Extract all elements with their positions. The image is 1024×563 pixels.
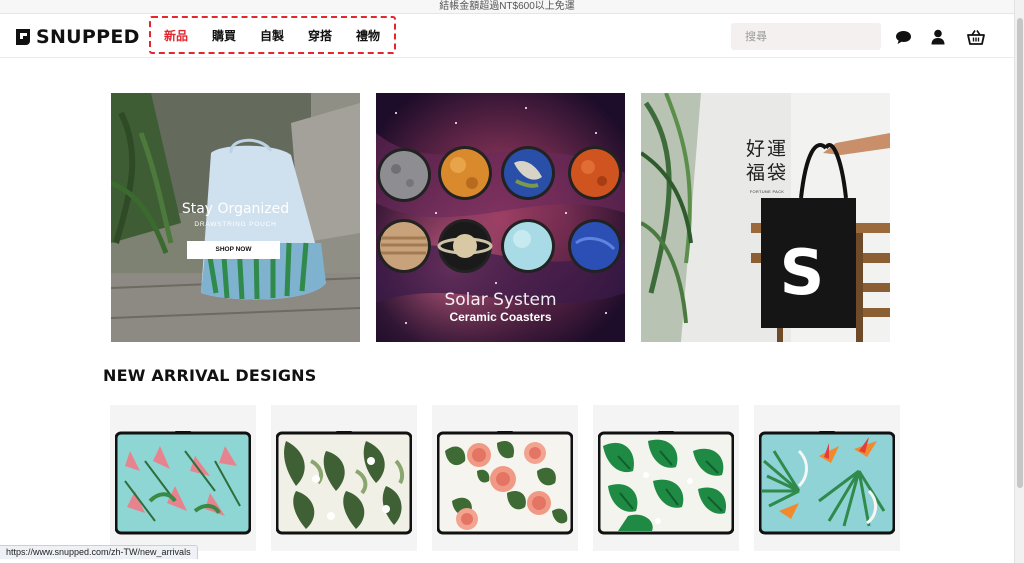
pouch-photo-image (111, 93, 360, 342)
logo-text: SNUPPED (36, 26, 140, 48)
banner-drawstring-pouch[interactable]: Stay Organized DRAWSTRING POUCH SHOP NOW (111, 93, 360, 342)
shop-now-button[interactable]: SHOP NOW (187, 241, 280, 259)
search-input[interactable] (731, 23, 881, 50)
tote-photo-image (641, 93, 890, 342)
bag-letter: S (779, 236, 825, 309)
product-card[interactable] (110, 405, 256, 551)
promo-bar: 結帳金額超過NT$600以上免運 (0, 0, 1014, 14)
nav-item-new[interactable]: 新品 (152, 27, 200, 44)
cart-icon[interactable] (967, 28, 985, 46)
nav-item-style[interactable]: 穿搭 (296, 27, 344, 44)
banner-subtitle: Ceramic Coasters (449, 310, 552, 324)
product-card[interactable] (432, 405, 578, 551)
product-card[interactable] (593, 405, 739, 551)
main-nav: 新品 購買 自製 穿搭 禮物 (152, 19, 393, 51)
banner-title: Solar System (444, 290, 557, 310)
site-header: SNUPPED 新品 購買 自製 穿搭 禮物 (0, 14, 1014, 58)
chat-icon[interactable] (894, 28, 912, 46)
nav-item-gifts[interactable]: 禮物 (344, 27, 392, 44)
product-image (437, 431, 573, 535)
product-card[interactable] (754, 405, 900, 551)
product-image (115, 431, 251, 535)
scrollbar-thumb[interactable] (1017, 18, 1023, 488)
product-image (759, 431, 895, 535)
logo[interactable]: SNUPPED (14, 26, 140, 48)
page: 結帳金額超過NT$600以上免運 SNUPPED 新品 購買 自製 穿搭 禮物 (0, 0, 1024, 563)
scrollbar[interactable] (1014, 0, 1024, 563)
product-image (598, 431, 734, 535)
banner-solar-system[interactable]: Solar System Ceramic Coasters (376, 93, 625, 342)
product-image (276, 431, 412, 535)
status-bar-url: https://www.snupped.com/zh-TW/new_arriva… (0, 545, 198, 559)
banner-subtitle: DRAWSTRING POUCH (194, 221, 277, 228)
user-icon[interactable] (929, 28, 947, 46)
banner-fortune-pack[interactable]: 好運福袋 FORTUNE PACK S (641, 93, 890, 342)
section-title: NEW ARRIVAL DESIGNS (103, 366, 317, 385)
logo-mark-icon (16, 29, 30, 45)
banner-subtitle: FORTUNE PACK (749, 189, 785, 194)
banner-title: 好運福袋 (745, 139, 788, 184)
product-card[interactable] (271, 405, 417, 551)
nav-item-shop[interactable]: 購買 (200, 27, 248, 44)
nav-item-custom[interactable]: 自製 (248, 27, 296, 44)
banner-title: Stay Organized (181, 201, 290, 217)
